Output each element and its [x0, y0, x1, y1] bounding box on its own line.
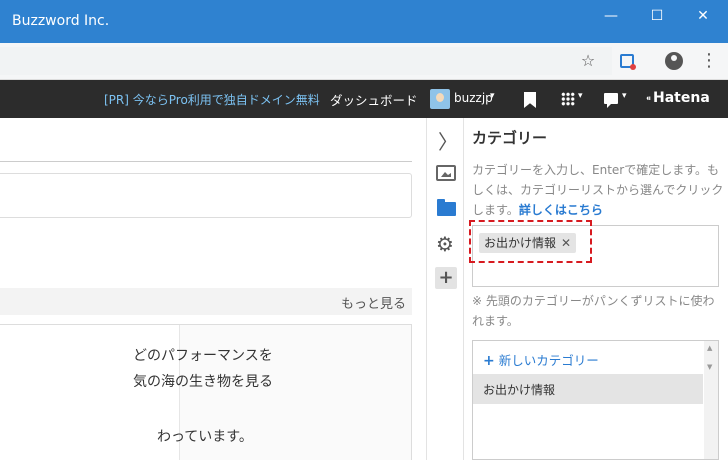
more-bar: もっと見る	[0, 288, 412, 315]
username: buzzjp	[454, 91, 493, 105]
category-panel: カテゴリー カテゴリーを入力し、Enterで確定します。もしくは、カテゴリーリス…	[464, 118, 728, 460]
hatena-global-header: [PR] 今ならPro利用で独自ドメイン無料 ダッシュボード buzzjp ▾ …	[0, 80, 728, 118]
close-window-button[interactable]: ✕	[680, 0, 726, 32]
details-link[interactable]: 詳しくはこちら	[519, 203, 603, 217]
star-icon[interactable]: ☆	[576, 49, 600, 73]
chevron-down-icon: ▾	[622, 91, 627, 101]
apps-grid-icon[interactable]	[561, 92, 575, 106]
gear-icon[interactable]: ⚙	[436, 232, 454, 256]
body-text-line: わっています。	[157, 429, 253, 445]
profile-icon[interactable]	[662, 49, 686, 73]
divider	[0, 161, 412, 162]
chevron-down-icon: ▾	[578, 91, 583, 101]
hatena-logo[interactable]: ⁌ Hatena	[646, 90, 710, 106]
editor-body[interactable]: どのパフォーマンスを 気の海の生き物を見る わっています。	[0, 324, 412, 460]
panel-title: カテゴリー	[472, 129, 548, 147]
category-tag-label: お出かけ情報	[484, 236, 557, 250]
browser-toolbar: ☆ ⋮	[0, 43, 728, 80]
notification-icon[interactable]	[604, 93, 618, 108]
title-input[interactable]	[0, 173, 412, 218]
remove-tag-icon[interactable]: ✕	[561, 236, 571, 250]
scroll-up-icon[interactable]: ▲	[707, 344, 712, 352]
bookmark-icon[interactable]	[524, 92, 536, 108]
minimize-button[interactable]: —	[588, 0, 634, 32]
maximize-button[interactable]: ☐	[634, 0, 680, 32]
new-category-button[interactable]: + 新しいカテゴリー	[483, 350, 599, 369]
kebab-menu-icon[interactable]: ⋮	[697, 49, 721, 73]
list-item-label: お出かけ情報	[483, 383, 556, 397]
category-list: + 新しいカテゴリー お出かけ情報 ▲ ▼	[472, 340, 719, 460]
category-description: カテゴリーを入力し、Enterで確定します。もしくは、カテゴリーリストから選んで…	[472, 163, 724, 217]
extension-icon[interactable]	[615, 49, 639, 73]
scrollbar[interactable]: ▲ ▼	[704, 341, 718, 459]
body-text-line: 気の海の生き物を見る	[133, 374, 273, 390]
dashboard-link[interactable]: ダッシュボード	[330, 90, 418, 109]
plus-icon[interactable]: +	[435, 267, 457, 289]
image-icon[interactable]	[436, 165, 456, 181]
window-title-bar: Buzzword Inc. — ☐ ✕	[0, 0, 728, 43]
more-link[interactable]: もっと見る	[341, 293, 406, 312]
address-bar[interactable]	[0, 47, 612, 75]
window-title: Buzzword Inc.	[12, 13, 110, 29]
category-input[interactable]: お出かけ情報 ✕	[469, 220, 719, 287]
category-note: ※ 先頭のカテゴリーがパンくずリストに使われます。	[472, 294, 715, 328]
promo-link[interactable]: [PR] 今ならPro利用で独自ドメイン無料	[104, 91, 320, 108]
avatar	[430, 89, 450, 109]
folder-icon[interactable]	[437, 199, 456, 216]
scroll-down-icon[interactable]: ▼	[707, 363, 712, 371]
list-item[interactable]: お出かけ情報	[473, 374, 703, 404]
chevron-down-icon: ▾	[490, 91, 495, 101]
body-text-line: どのパフォーマンスを	[133, 348, 273, 364]
collapse-icon[interactable]: 〉	[438, 126, 458, 155]
sidebar-icon-strip: 〉 ⚙ +	[426, 118, 464, 460]
category-tag: お出かけ情報 ✕	[479, 233, 577, 253]
editor-area: もっと見る どのパフォーマンスを 気の海の生き物を見る わっています。	[0, 118, 426, 460]
